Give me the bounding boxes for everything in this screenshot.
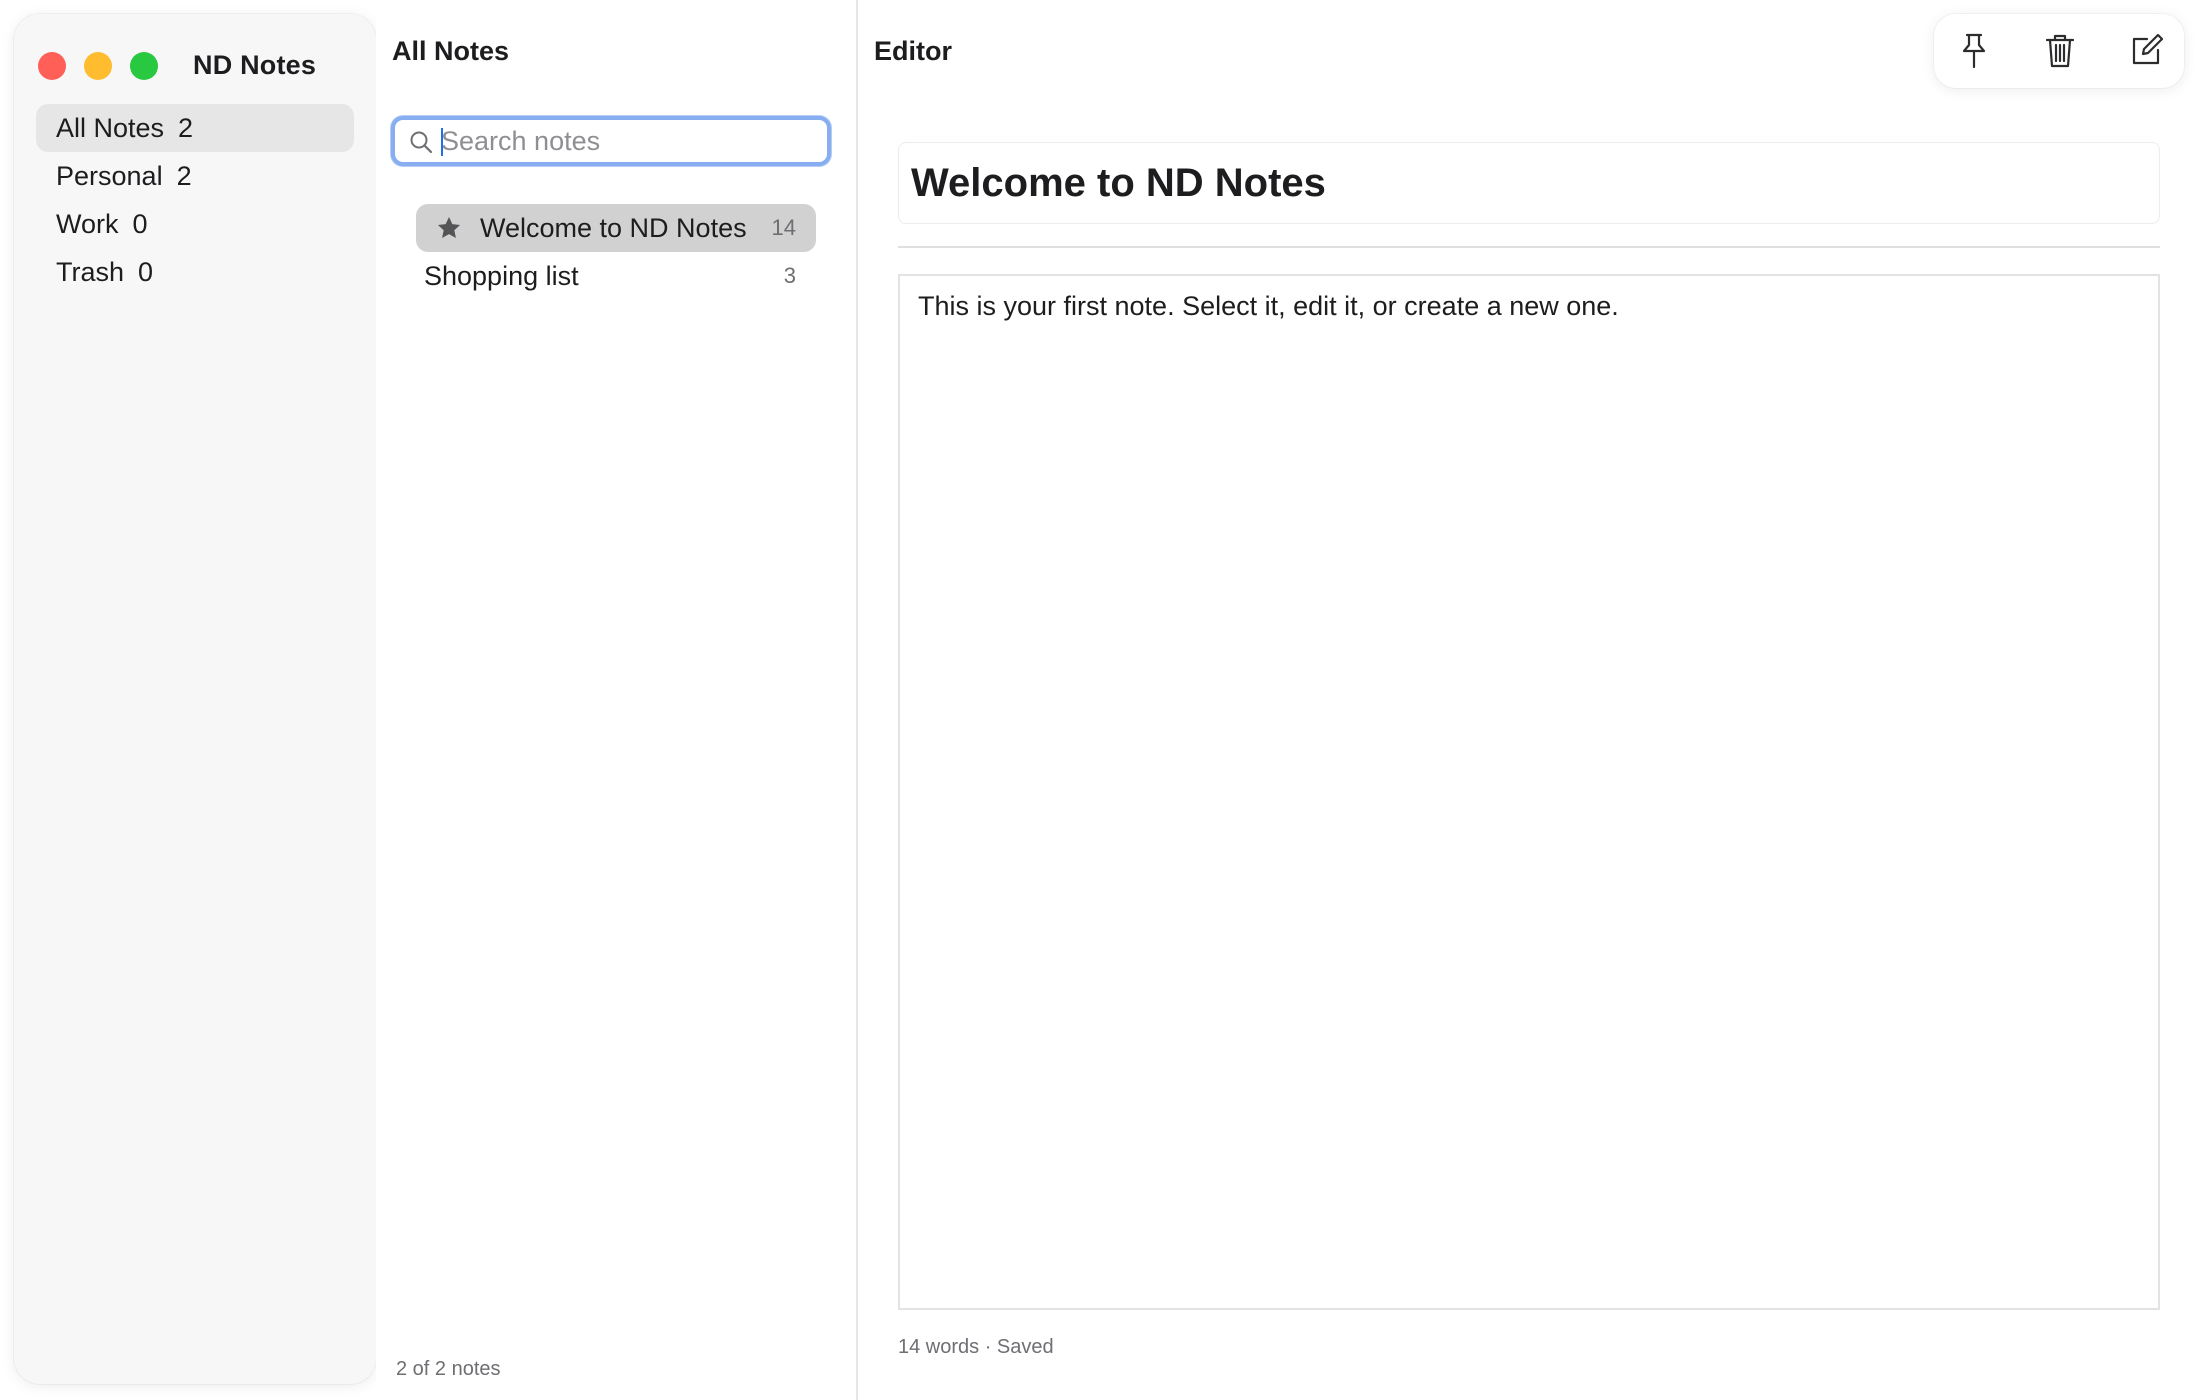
note-word-count: 3 xyxy=(783,263,796,288)
search-input[interactable] xyxy=(441,124,821,158)
editor-toolbar xyxy=(1934,14,2184,88)
sidebar-item-count: 2 xyxy=(176,161,192,191)
sidebar-item-all-notes[interactable]: All Notes 2 xyxy=(36,104,354,152)
sidebar-item-count: 0 xyxy=(138,257,154,287)
note-title: Shopping list xyxy=(424,261,579,291)
note-row-shopping-list[interactable]: Shopping list 3 xyxy=(416,252,816,300)
compose-icon xyxy=(2132,33,2164,65)
star-icon xyxy=(437,216,461,238)
close-window-button[interactable] xyxy=(38,52,66,80)
app-title: ND Notes xyxy=(193,50,317,80)
sidebar-list: All Notes 2 Personal 2 Work 0 Trash 0 xyxy=(36,104,354,296)
sidebar-item-label: Work xyxy=(56,209,119,239)
note-title: Welcome to ND Notes xyxy=(480,213,747,243)
title-separator xyxy=(898,246,2160,248)
pin-icon xyxy=(1962,33,1986,69)
list-title: All Notes xyxy=(392,36,510,66)
sidebar-item-trash[interactable]: Trash 0 xyxy=(36,248,354,296)
sidebar: ND Notes All Notes 2 Personal 2 Work 0 Tras… xyxy=(14,14,376,1384)
zoom-window-button[interactable] xyxy=(130,52,158,80)
text-caret xyxy=(441,128,443,156)
notes-count-footer: 2 of 2 notes xyxy=(396,1358,501,1380)
search-icon xyxy=(410,131,433,154)
sidebar-item-count: 2 xyxy=(178,113,194,143)
note-row-welcome[interactable]: Welcome to ND Notes 14 xyxy=(416,204,816,252)
notes-list-pane: All Notes Welcome to ND Notes 14 Shoppin… xyxy=(376,0,856,1400)
sidebar-item-label: Trash xyxy=(56,257,125,287)
search-box[interactable] xyxy=(391,116,831,166)
sidebar-item-personal[interactable]: Personal 2 xyxy=(36,152,354,200)
sidebar-item-work[interactable]: Work 0 xyxy=(36,200,354,248)
note-title-field[interactable] xyxy=(898,142,2160,224)
sidebar-item-label: Personal xyxy=(56,161,163,191)
sidebar-item-count: 0 xyxy=(132,209,148,239)
pin-button[interactable] xyxy=(1954,31,1994,71)
notes-list: Welcome to ND Notes 14 Shopping list 3 xyxy=(416,204,816,300)
delete-button[interactable] xyxy=(2040,31,2080,71)
editor-label: Editor xyxy=(874,36,952,66)
sidebar-item-label: All Notes xyxy=(56,113,165,143)
window-controls xyxy=(38,52,158,80)
note-body-field[interactable]: This is your first note. Select it, edit… xyxy=(898,274,2160,1310)
trash-icon xyxy=(2045,34,2075,68)
editor-pane: Editor This i xyxy=(858,0,2200,1400)
note-body-input[interactable]: This is your first note. Select it, edit… xyxy=(918,286,2138,1286)
minimize-window-button[interactable] xyxy=(84,52,112,80)
note-title-input[interactable] xyxy=(911,153,2141,213)
new-note-button[interactable] xyxy=(2126,31,2166,71)
app-window: ND Notes All Notes 2 Personal 2 Work 0 Tras… xyxy=(0,0,2200,1400)
note-word-count: 14 xyxy=(771,215,796,240)
status-bar: 14 words · Saved xyxy=(898,1336,1054,1358)
